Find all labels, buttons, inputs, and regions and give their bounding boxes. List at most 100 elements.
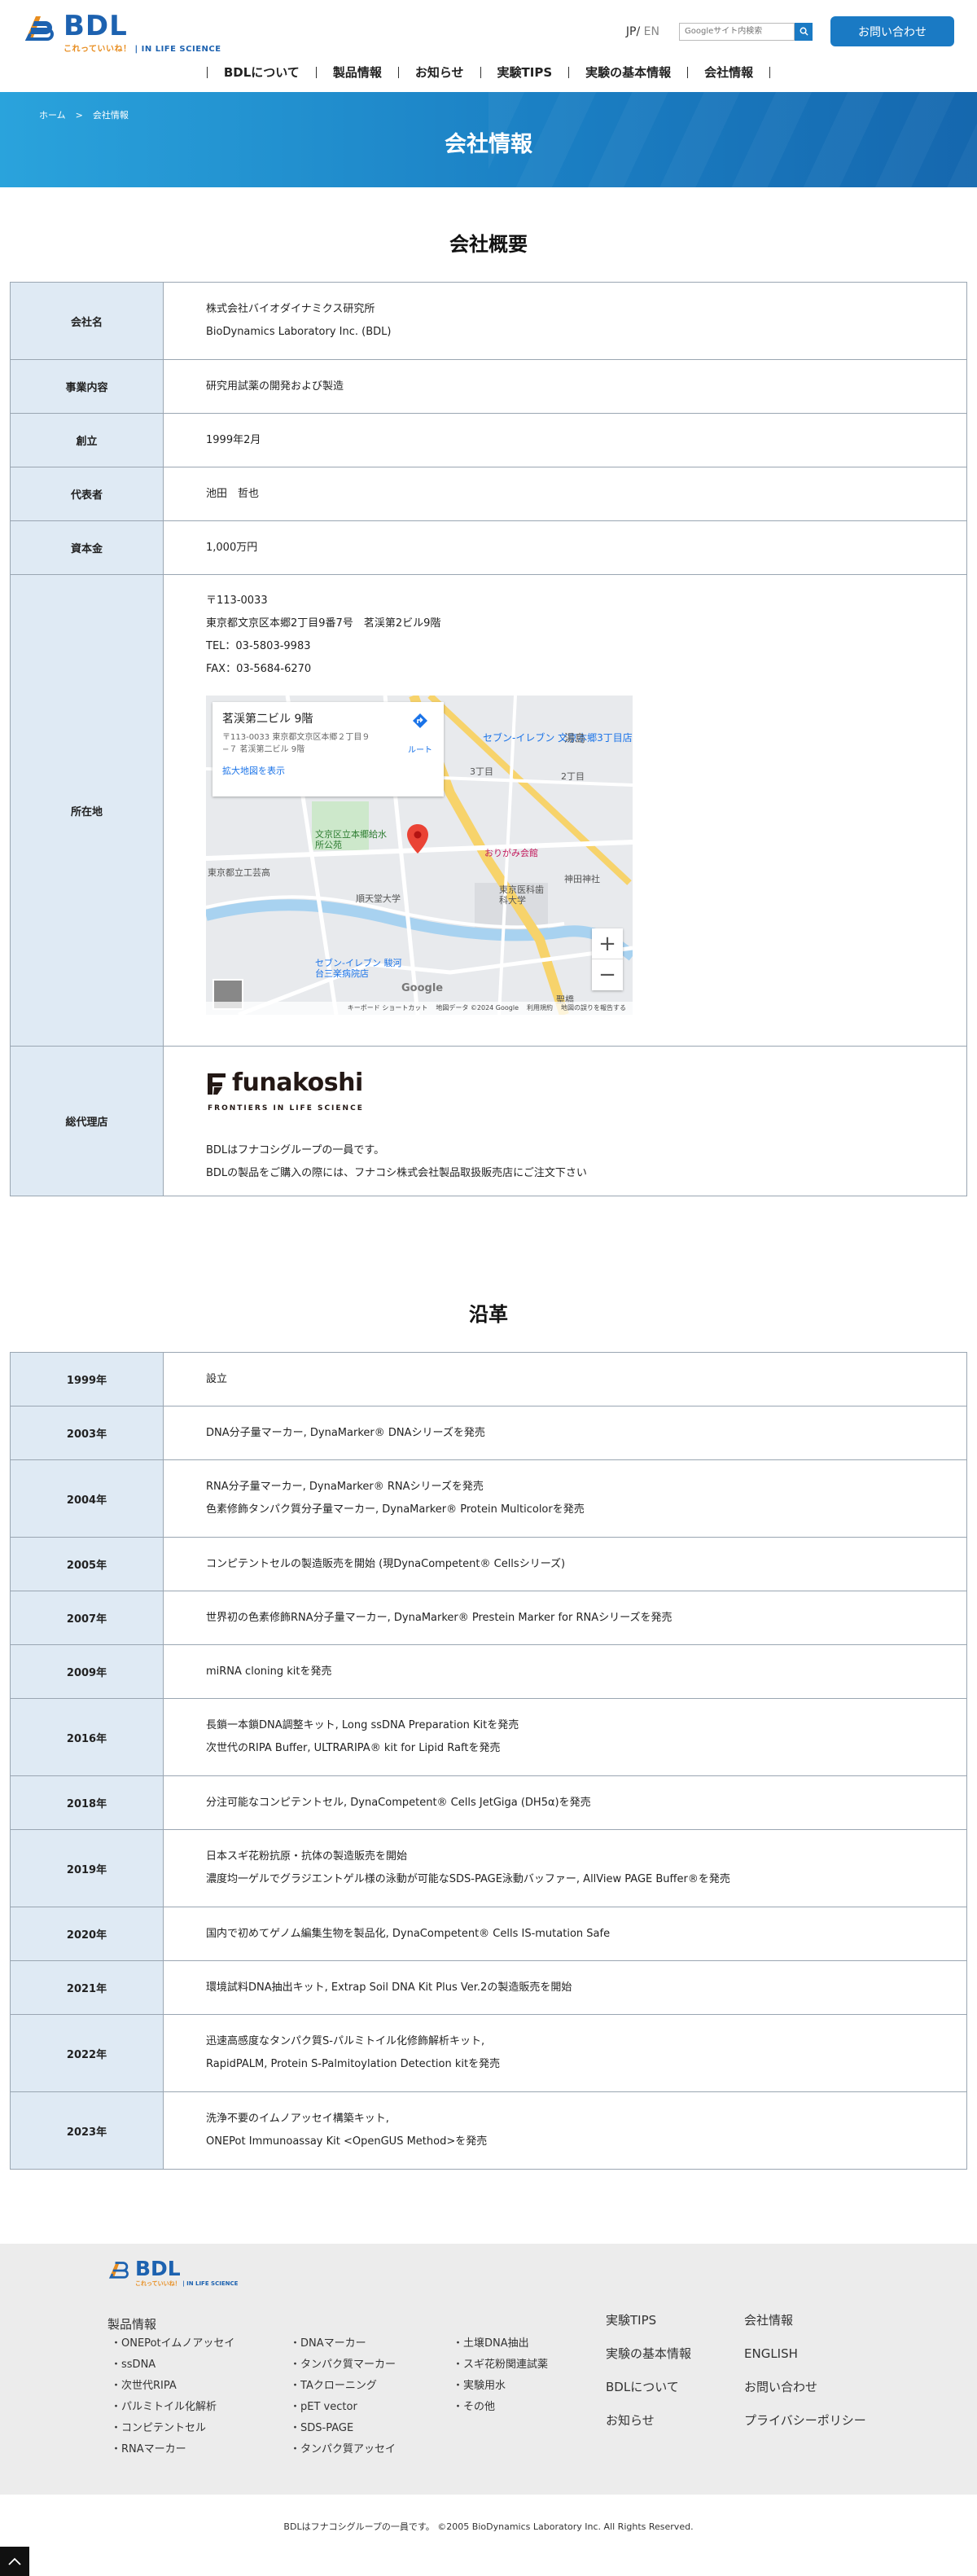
- map-label: 文京区立本郷給水所公苑: [315, 829, 387, 850]
- report-error-link[interactable]: 地図の誤りを報告する: [561, 997, 626, 1015]
- header-utilities: JP/ EN お問い合わせ: [626, 16, 954, 46]
- table-row: 2004年 RNA分子量マーカー, DynaMarker® RNAシリーズを発売色…: [11, 1460, 966, 1538]
- copyright: BDLはフナコシグループの一員です。 ©2005 BioDynamics Lab…: [0, 2495, 977, 2576]
- footer-product-link[interactable]: TAクローニング: [290, 2376, 396, 2397]
- location-pin-icon[interactable]: [407, 824, 428, 854]
- footer-link-about[interactable]: BDLについて: [606, 2371, 691, 2404]
- footer-product-link[interactable]: 次世代RIPA: [111, 2376, 234, 2397]
- footer-product-link[interactable]: SDS-PAGE: [290, 2418, 396, 2439]
- row-value: 1999年2月: [164, 414, 261, 467]
- row-label: 会社名: [11, 283, 164, 359]
- zoom-in-button[interactable]: +: [592, 928, 623, 959]
- footer-product-link[interactable]: コンピテントセル: [111, 2418, 234, 2439]
- table-row: 2007年 世界初の色素修飾RNA分子量マーカー, DynaMarker® Pre…: [11, 1591, 966, 1645]
- footer-product-link[interactable]: ssDNA: [111, 2354, 234, 2376]
- footer-link-tips[interactable]: 実験TIPS: [606, 2304, 691, 2337]
- nav-item-news[interactable]: お知らせ: [397, 67, 480, 79]
- contact-button[interactable]: お問い合わせ: [830, 16, 954, 46]
- footer-product-link[interactable]: タンパク質マーカー: [290, 2354, 396, 2376]
- funakoshi-mark-icon: [208, 1073, 226, 1095]
- event-line: 次世代のRIPA Buffer, ULTRARIPA® kit for Lipi…: [206, 1742, 501, 1754]
- site-logo[interactable]: BDL これっていいね！ | IN LIFE SCIENCE: [23, 11, 221, 54]
- nav-item-about[interactable]: BDLについて: [206, 67, 316, 79]
- table-row: 2020年 国内で初めてゲノム編集生物を製品化, DynaCompetent® C…: [11, 1907, 966, 1961]
- map-enlarge-link[interactable]: 拡大地図を表示: [222, 766, 434, 777]
- footer-link-company[interactable]: 会社情報: [744, 2304, 866, 2337]
- history-year: 2023年: [11, 2092, 164, 2169]
- search-input[interactable]: [679, 22, 795, 41]
- footer-link-news[interactable]: お知らせ: [606, 2404, 691, 2438]
- row-label: 創立: [11, 414, 164, 467]
- history-year: 2019年: [11, 1830, 164, 1907]
- nav-item-basics[interactable]: 実験の基本情報: [568, 67, 687, 79]
- footer-product-link[interactable]: DNAマーカー: [290, 2333, 396, 2354]
- keyboard-shortcuts-link[interactable]: キーボード ショートカット: [348, 997, 428, 1015]
- nav-item-products[interactable]: 製品情報: [315, 67, 398, 79]
- event-line: ONEPot Immunoassay Kit <OpenGUS Method>を…: [206, 2135, 488, 2148]
- event-line: 色素修飾タンパク質分子量マーカー, DynaMarker® Protein Mu…: [206, 1503, 585, 1516]
- search-icon: [800, 27, 808, 36]
- event-line: 日本スギ花粉抗原・抗体の製造販売を開始: [206, 1850, 408, 1863]
- footer-product-link[interactable]: タンパク質アッセイ: [290, 2439, 396, 2460]
- embedded-map[interactable]: セブン-イレブン 文京本郷3丁目店 湯島 3丁目 2丁目 文京区立本郷給水所公苑…: [206, 696, 633, 1015]
- page-hero: ホーム > 会社情報 会社情報: [0, 92, 977, 187]
- history-event: 長鎖一本鎖DNA調整キット, Long ssDNA Preparation Ki…: [164, 1699, 519, 1775]
- map-label: セブン-イレブン 駿河台三楽病院店: [315, 958, 402, 979]
- site-search: [679, 22, 813, 41]
- event-line: DNA分子量マーカー, DynaMarker® DNAシリーズを発売: [206, 1426, 485, 1439]
- lang-en-link[interactable]: EN: [644, 25, 659, 38]
- nav-item-tips[interactable]: 実験TIPS: [480, 67, 569, 79]
- lang-separator: /: [636, 24, 644, 38]
- footer-product-link[interactable]: 実験用水: [453, 2376, 548, 2397]
- event-line: miRNA cloning kitを発売: [206, 1665, 332, 1678]
- map-route-button[interactable]: ルート: [408, 712, 432, 762]
- footer-link-privacy[interactable]: プライバシーポリシー: [744, 2404, 866, 2438]
- footer-product-link[interactable]: RNAマーカー: [111, 2439, 234, 2460]
- back-to-top-button[interactable]: [0, 2547, 29, 2576]
- footer-product-list: 土壌DNA抽出 スギ花粉関連試薬 実験用水 その他: [453, 2333, 548, 2418]
- zoom-out-button[interactable]: −: [592, 959, 623, 990]
- table-row: 1999年 設立: [11, 1353, 966, 1406]
- footer-product-link[interactable]: パルミトイル化解析: [111, 2397, 234, 2418]
- row-value: 〒113-0033 東京都文京区本郷2丁目9番7号 茗渓第2ビル9階 TEL：0…: [164, 575, 633, 1046]
- search-button[interactable]: [795, 22, 813, 41]
- table-row-address: 所在地 〒113-0033 東京都文京区本郷2丁目9番7号 茗渓第2ビル9階 T…: [11, 575, 966, 1047]
- history-event: 設立: [164, 1353, 227, 1406]
- map-attribution: キーボード ショートカット 地図データ ©2024 Google 利用規約 地図…: [206, 1002, 633, 1015]
- footer-link-basics[interactable]: 実験の基本情報: [606, 2337, 691, 2371]
- table-row: 2019年 日本スギ花粉抗原・抗体の製造販売を開始濃度均一ゲルでグラジエントゲル様…: [11, 1830, 966, 1907]
- value-line: BDLはフナコシグループの一員です。: [206, 1144, 385, 1156]
- table-row: 2005年 コンピテントセルの製造販売を開始 (現DynaCompetent® C…: [11, 1538, 966, 1591]
- map-label: 湯島: [564, 733, 586, 745]
- footer-product-link[interactable]: ONEPotイムノアッセイ: [111, 2333, 234, 2354]
- footer-products-heading[interactable]: 製品情報: [107, 2315, 156, 2332]
- footer-link-contact[interactable]: お問い合わせ: [744, 2371, 866, 2404]
- footer-logo[interactable]: BDL これっていいね！ | IN LIFE SCIENCE: [107, 2258, 238, 2288]
- bdl-logo-icon: [24, 16, 54, 41]
- event-line: RNA分子量マーカー, DynaMarker® RNAシリーズを発売: [206, 1481, 484, 1493]
- footer-product-link[interactable]: その他: [453, 2397, 548, 2418]
- history-year: 2003年: [11, 1406, 164, 1459]
- nav-item-company[interactable]: 会社情報: [687, 67, 771, 79]
- table-row: 2021年 環境試料DNA抽出キット, Extrap Soil DNA Kit P…: [11, 1961, 966, 2015]
- history-year: 2009年: [11, 1645, 164, 1698]
- postal-code: 〒113-0033: [206, 595, 268, 607]
- funakoshi-logo[interactable]: funakoshi FRONTIERS IN LIFE SCIENCE: [206, 1069, 587, 1120]
- footer-product-link[interactable]: 土壌DNA抽出: [453, 2333, 548, 2354]
- footer-logo-wordmark: BDL: [135, 2257, 181, 2280]
- history-year: 2004年: [11, 1460, 164, 1537]
- history-event: 世界初の色素修飾RNA分子量マーカー, DynaMarker® Prestein…: [164, 1591, 673, 1644]
- row-value: 1,000万円: [164, 521, 257, 574]
- terms-link[interactable]: 利用規約: [527, 997, 553, 1015]
- lang-jp-link[interactable]: JP: [626, 25, 637, 38]
- logo-wordmark: BDL: [64, 10, 128, 42]
- history-event: 環境試料DNA抽出キット, Extrap Soil DNA Kit Plus V…: [164, 1961, 572, 2014]
- event-line: コンピテントセルの製造販売を開始 (現DynaCompetent® Cellsシ…: [206, 1557, 566, 1570]
- table-row: 会社名 株式会社バイオダイナミクス研究所 BioDynamics Laborat…: [11, 283, 966, 360]
- footer-product-link[interactable]: pET vector: [290, 2397, 396, 2418]
- table-row-agent: 総代理店 funakoshi FRONTIERS IN LIFE SCIENCE…: [11, 1047, 966, 1196]
- footer-product-link[interactable]: スギ花粉関連試薬: [453, 2354, 548, 2376]
- footer-link-english[interactable]: ENGLISH: [744, 2337, 866, 2371]
- table-row: 2016年 長鎖一本鎖DNA調整キット, Long ssDNA Preparati…: [11, 1699, 966, 1776]
- event-line: 濃度均一ゲルでグラジエントゲル様の泳動が可能なSDS-PAGE泳動バッファー, …: [206, 1873, 730, 1885]
